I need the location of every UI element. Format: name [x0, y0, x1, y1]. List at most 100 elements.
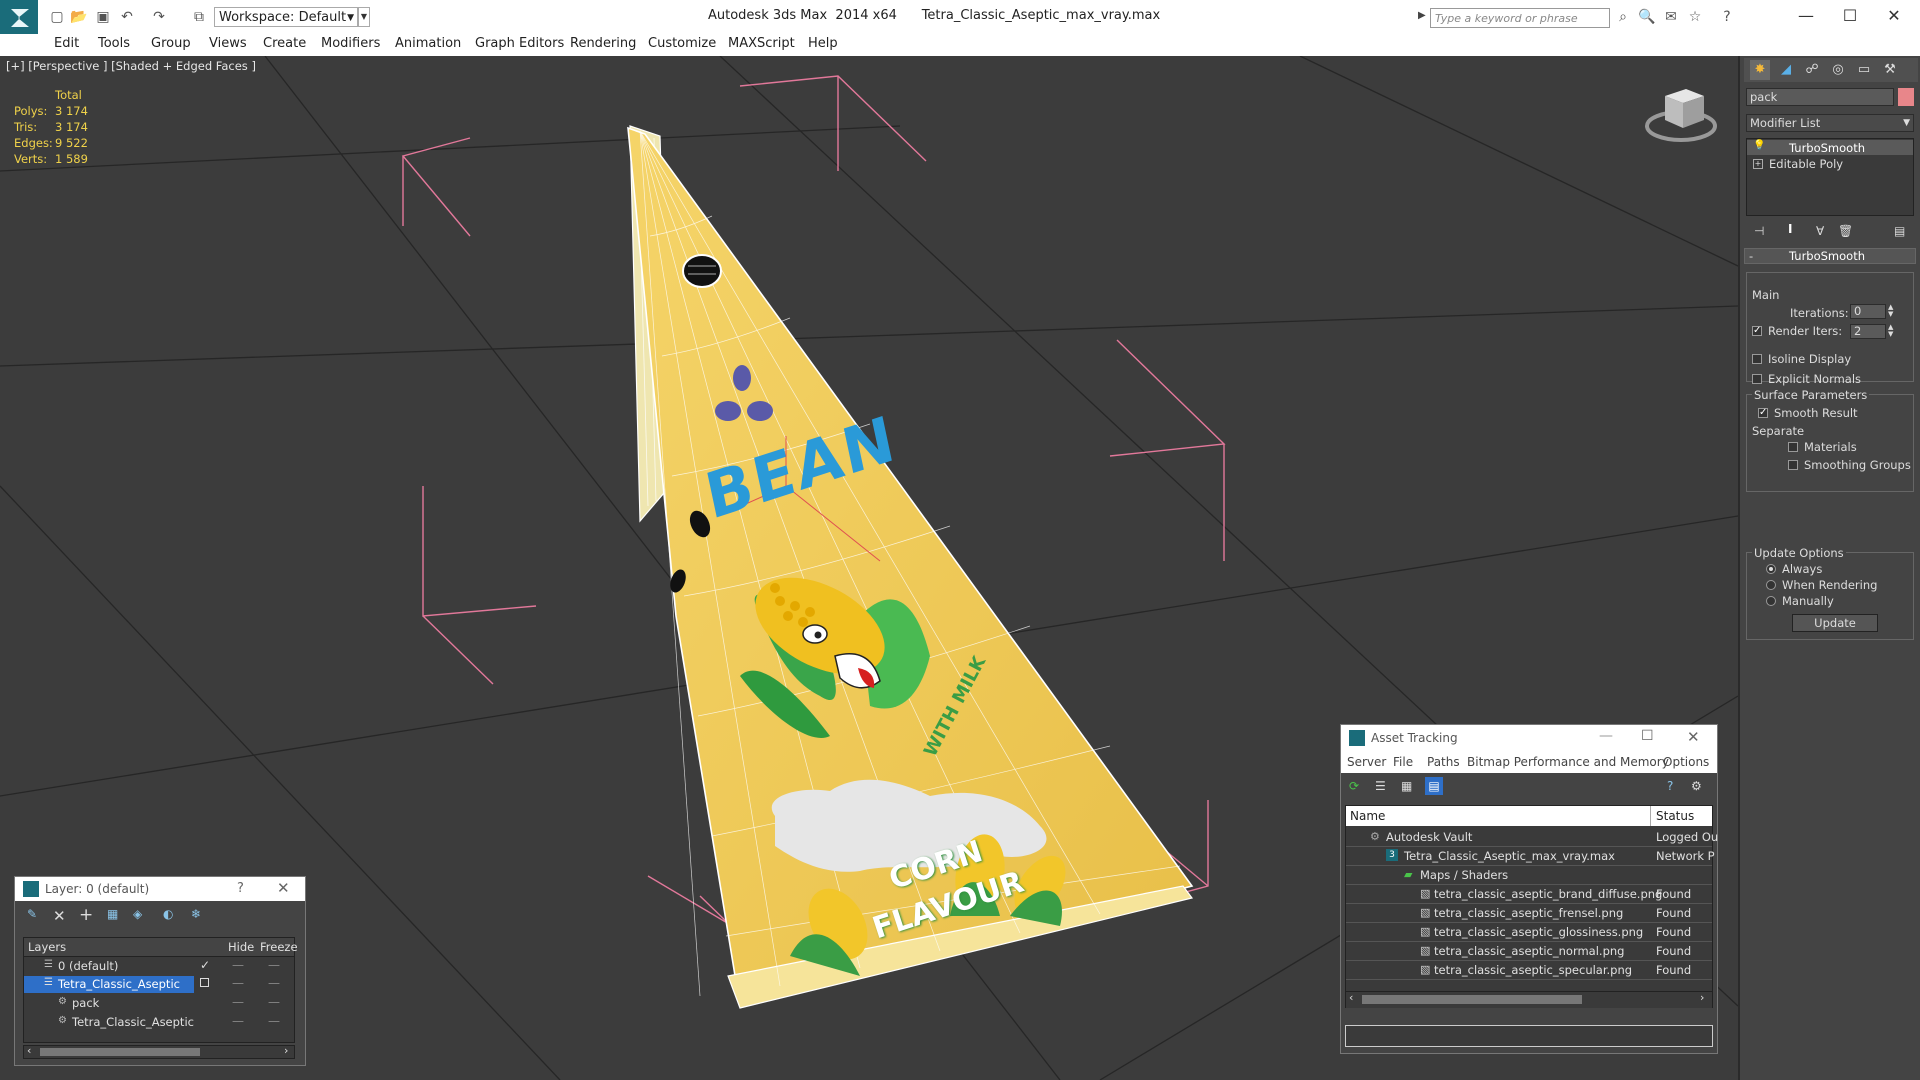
configure-sets-icon[interactable]: ▤ — [1894, 224, 1905, 238]
explicit-normals-checkbox[interactable] — [1752, 374, 1762, 384]
undo-icon[interactable]: ↶ — [118, 8, 136, 26]
asset-row[interactable]: ▧ tetra_classic_aseptic_glossiness.png F… — [1346, 923, 1712, 942]
freeze-toggle[interactable]: — — [268, 976, 280, 990]
asset-row[interactable]: ▧ tetra_classic_aseptic_brand_diffuse.pn… — [1346, 885, 1712, 904]
expand-plus-icon[interactable]: + — [1753, 159, 1763, 169]
save-file-icon[interactable]: ▣ — [94, 8, 112, 26]
hide-toggle[interactable]: — — [232, 1014, 244, 1028]
menu-modifiers[interactable]: Modifiers — [321, 36, 380, 51]
asset-horizontal-scrollbar[interactable]: ‹ › — [1346, 991, 1712, 1008]
menu-create[interactable]: Create — [263, 36, 306, 51]
menu-customize[interactable]: Customize — [648, 36, 716, 51]
remove-modifier-icon[interactable]: 🗑 — [1838, 224, 1853, 238]
stack-item-turbosmooth[interactable]: 💡 TurboSmooth — [1747, 140, 1913, 155]
search-input[interactable]: Type a keyword or phrase — [1430, 8, 1610, 28]
pin-stack-icon[interactable]: ⊣ — [1754, 224, 1764, 238]
scrollbar-thumb[interactable] — [1362, 995, 1582, 1004]
asset-row[interactable]: ▧ tetra_classic_aseptic_specular.png Fou… — [1346, 961, 1712, 980]
object-color-swatch[interactable] — [1898, 88, 1914, 106]
menu-maxscript[interactable]: MAXScript — [728, 36, 795, 51]
update-when-rendering-radio[interactable] — [1766, 580, 1776, 590]
app-logo-icon[interactable] — [0, 0, 38, 38]
maximize-icon[interactable]: ☐ — [1641, 728, 1654, 744]
freeze-toggle[interactable]: — — [268, 1014, 280, 1028]
delete-layer-icon[interactable]: ✕ — [53, 907, 66, 925]
refresh-icon[interactable]: ⟳ — [1349, 779, 1359, 793]
asset-menu-options[interactable]: Options — [1663, 755, 1709, 769]
menu-edit[interactable]: Edit — [54, 36, 79, 51]
scrollbar-thumb[interactable] — [40, 1048, 200, 1056]
scroll-right-icon[interactable]: › — [284, 1044, 288, 1057]
create-layer-icon[interactable]: ✎ — [27, 907, 37, 921]
close-icon[interactable]: ✕ — [1687, 728, 1700, 746]
object-name-field[interactable]: pack — [1746, 88, 1894, 106]
asset-row[interactable]: ▧ tetra_classic_aseptic_normal.png Found — [1346, 942, 1712, 961]
settings-help-icon[interactable]: ⚙ — [1691, 779, 1702, 793]
asset-row[interactable]: 3 Tetra_Classic_Aseptic_max_vray.max Net… — [1346, 847, 1715, 866]
menu-group[interactable]: Group — [151, 36, 191, 51]
menu-tools[interactable]: Tools — [98, 36, 130, 51]
list-view-icon[interactable]: ☰ — [1375, 779, 1386, 793]
hierarchy-tab-icon[interactable]: ☍ — [1802, 60, 1822, 80]
project-folder-icon[interactable]: ⧉ — [190, 8, 208, 26]
highlight-layer-icon[interactable]: ◈ — [133, 907, 142, 921]
render-iters-checkbox[interactable]: ✓ — [1752, 326, 1762, 336]
create-tab-icon[interactable]: ✸ — [1750, 60, 1770, 80]
asset-row[interactable]: ⚙ Autodesk Vault Logged Ou — [1346, 828, 1718, 847]
motion-tab-icon[interactable]: ◎ — [1828, 60, 1848, 80]
iterations-spinner[interactable]: 0 — [1850, 304, 1886, 319]
minimize-icon[interactable]: — — [1784, 4, 1828, 28]
minimize-icon[interactable]: — — [1599, 728, 1613, 744]
help-icon[interactable]: ? — [237, 881, 244, 896]
menu-rendering[interactable]: Rendering — [570, 36, 636, 51]
column-freeze[interactable]: Freeze — [260, 940, 298, 954]
asset-row[interactable]: ▰ Maps / Shaders — [1346, 866, 1712, 885]
hide-toggle[interactable]: — — [232, 976, 244, 990]
spinner-arrows-icon[interactable]: ▲ ▼ — [1888, 324, 1893, 338]
isoline-display-checkbox[interactable] — [1752, 354, 1762, 364]
spinner-arrows-icon[interactable]: ▲ ▼ — [1888, 304, 1893, 318]
viewport-label[interactable]: [+] [Perspective ] [Shaded + Edged Faces… — [6, 59, 256, 73]
menu-help[interactable]: Help — [808, 36, 838, 51]
hide-all-layers-icon[interactable]: ◐ — [163, 907, 173, 921]
asset-path-field[interactable] — [1345, 1025, 1713, 1047]
redo-icon[interactable]: ↷ — [150, 8, 168, 26]
asset-menu-server[interactable]: Server — [1347, 755, 1386, 769]
column-name[interactable]: Name — [1350, 809, 1385, 823]
layer-row[interactable]: ⚙ Tetra_Classic_Aseptic — — — [24, 1014, 294, 1031]
stack-item-editable-poly[interactable]: + Editable Poly — [1747, 156, 1913, 171]
active-layer-check-icon[interactable]: ✓ — [200, 958, 210, 972]
materials-checkbox[interactable] — [1788, 442, 1798, 452]
help-icon[interactable]: ? — [1718, 8, 1736, 26]
scroll-right-icon[interactable]: › — [1700, 991, 1704, 1004]
freeze-toggle[interactable]: — — [268, 995, 280, 1009]
hide-toggle[interactable]: — — [232, 958, 244, 972]
search-icon[interactable]: 🔍 — [1638, 8, 1656, 26]
layer-row[interactable]: ⚙ pack — — — [24, 995, 294, 1012]
update-always-radio[interactable] — [1766, 564, 1776, 574]
new-file-icon[interactable]: ▢ — [48, 8, 66, 26]
table-view-icon[interactable]: ▤ — [1425, 777, 1443, 795]
favorites-star-icon[interactable]: ☆ — [1686, 8, 1704, 26]
select-objects-icon[interactable]: ▦ — [107, 907, 118, 921]
maximize-icon[interactable]: ☐ — [1828, 4, 1872, 28]
search-expand-icon[interactable]: ▶ — [1418, 10, 1426, 21]
menu-animation[interactable]: Animation — [395, 36, 461, 51]
make-unique-icon[interactable]: ∀ — [1816, 224, 1824, 238]
turbosmooth-rollout-header[interactable]: - TurboSmooth — [1744, 248, 1916, 264]
display-tab-icon[interactable]: ▭ — [1854, 60, 1874, 80]
asset-menu-file[interactable]: File — [1393, 755, 1413, 769]
binoculars-icon[interactable]: ⌕ — [1614, 8, 1632, 26]
asset-row[interactable]: ▧ tetra_classic_aseptic_frensel.png Foun… — [1346, 904, 1712, 923]
asset-menu-bitmap-performance[interactable]: Bitmap Performance and Memory — [1467, 755, 1669, 769]
modify-tab-icon[interactable]: ◢ — [1776, 60, 1796, 80]
render-iters-spinner[interactable]: 2 — [1850, 324, 1886, 339]
communication-icon[interactable]: ✉ — [1662, 8, 1680, 26]
scroll-left-icon[interactable]: ‹ — [27, 1044, 31, 1057]
layer-row[interactable]: ☰ 0 (default) ✓ — — — [24, 958, 294, 975]
update-button[interactable]: Update — [1792, 614, 1878, 632]
layers-horizontal-scrollbar[interactable]: ‹ › — [23, 1044, 295, 1059]
show-end-result-icon[interactable]: I — [1788, 222, 1792, 236]
workspace-menu-icon[interactable]: ▼ — [358, 7, 370, 27]
open-file-icon[interactable]: 📂 — [70, 8, 88, 26]
